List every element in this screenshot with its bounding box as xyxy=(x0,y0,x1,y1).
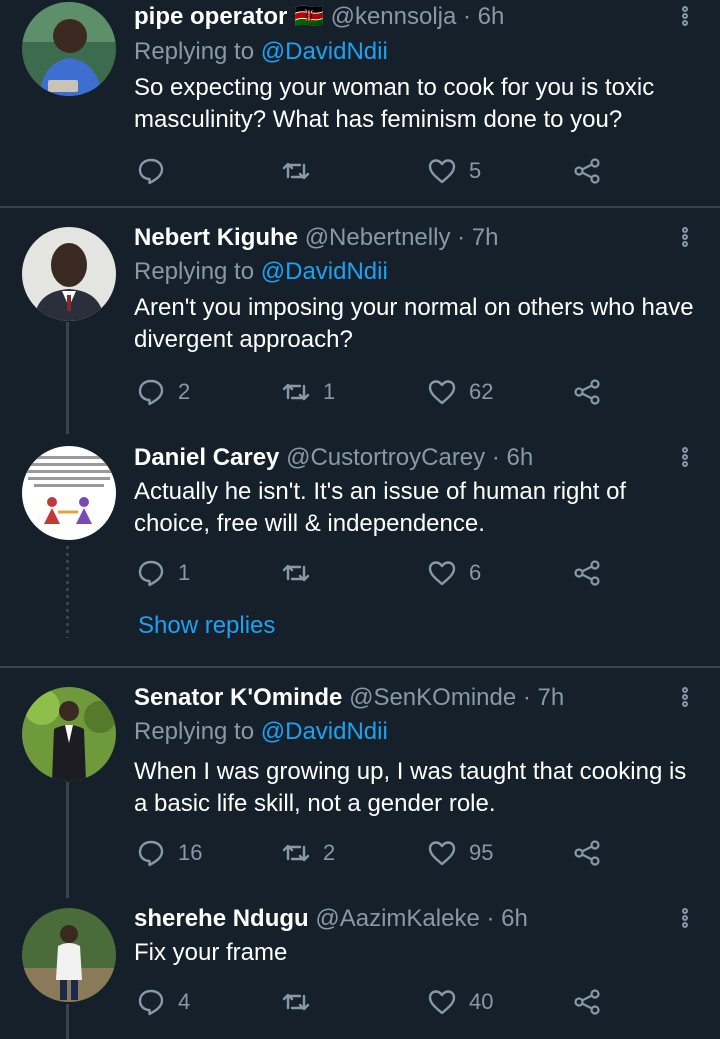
share-button[interactable] xyxy=(572,987,602,1017)
retweet-icon xyxy=(282,162,310,180)
retweet-icon xyxy=(282,564,310,582)
reply-count: 4 xyxy=(178,989,191,1014)
like-icon xyxy=(428,561,456,586)
tweet[interactable]: Daniel Carey @CustortroyCarey · 6h Actua… xyxy=(0,440,720,650)
avatar[interactable] xyxy=(22,227,116,321)
share-icon xyxy=(574,989,600,1015)
retweet-button[interactable] xyxy=(281,558,323,588)
replying-to-link[interactable]: @DavidNdii xyxy=(261,718,388,745)
retweet-button[interactable] xyxy=(281,156,323,186)
like-button[interactable]: 5 xyxy=(427,156,481,186)
handle-and-time[interactable]: @kennsolja · 6h xyxy=(331,3,505,30)
retweet-icon xyxy=(282,383,310,401)
like-icon xyxy=(428,380,456,405)
replying-to: Replying to @DavidNdii xyxy=(134,257,388,287)
share-icon xyxy=(574,840,600,866)
display-name[interactable]: Daniel Carey xyxy=(134,444,279,471)
tweet[interactable]: Nebert Kiguhe @Nebertnelly · 7h Replying… xyxy=(0,220,720,425)
retweet-button[interactable]: 1 xyxy=(281,377,335,407)
tweet-header: Senator K'Ominde @SenKOminde · 7h xyxy=(134,683,564,713)
tweet-text: When I was growing up, I was taught that… xyxy=(134,758,687,817)
reply-button[interactable]: 16 xyxy=(136,838,202,868)
more-options-icon[interactable] xyxy=(676,5,694,35)
display-name[interactable]: Senator K'Ominde xyxy=(134,684,342,711)
tweet-text: Fix your frame xyxy=(134,939,288,966)
like-icon xyxy=(428,990,456,1015)
retweet-button[interactable] xyxy=(281,987,323,1017)
like-button[interactable]: 95 xyxy=(427,838,493,868)
tweet-text: So expecting your woman to cook for you … xyxy=(134,74,655,133)
share-icon xyxy=(574,379,600,405)
reply-count: 2 xyxy=(178,379,191,404)
handle-and-time[interactable]: @CustortroyCarey · 6h xyxy=(286,444,533,471)
divider xyxy=(0,206,720,208)
reply-button[interactable]: 4 xyxy=(136,987,190,1017)
tweet-header: Daniel Carey @CustortroyCarey · 6h xyxy=(134,443,533,473)
like-button[interactable]: 62 xyxy=(427,377,493,407)
tweet-header: sherehe Ndugu @AazimKaleke · 6h xyxy=(134,904,528,934)
retweet-icon xyxy=(282,844,310,862)
replying-to-link[interactable]: @DavidNdii xyxy=(261,258,388,285)
handle-and-time[interactable]: @SenKOminde · 7h xyxy=(349,684,564,711)
reply-icon xyxy=(138,158,164,185)
replying-to: Replying to @DavidNdii xyxy=(134,37,388,67)
tweet-text: Actually he isn't. It's an issue of huma… xyxy=(134,478,627,537)
tweet[interactable]: Senator K'Ominde @SenKOminde · 7h Replyi… xyxy=(0,680,720,885)
more-options-icon[interactable] xyxy=(676,226,694,256)
like-button[interactable]: 6 xyxy=(427,558,481,588)
like-count: 95 xyxy=(469,840,494,865)
reply-icon xyxy=(138,560,164,587)
reply-button[interactable]: 1 xyxy=(136,558,190,588)
like-count: 6 xyxy=(469,560,482,585)
retweet-count: 1 xyxy=(323,379,336,404)
reply-count: 16 xyxy=(178,840,203,865)
tweet-text: Aren't you imposing your normal on other… xyxy=(134,294,694,353)
tweet-header: pipe operator 🇰🇪 @kennsolja · 6h xyxy=(134,2,504,32)
tweet[interactable]: sherehe Ndugu @AazimKaleke · 6h Fix your… xyxy=(0,900,720,1039)
like-count: 40 xyxy=(469,989,494,1014)
share-icon xyxy=(574,560,600,586)
display-name[interactable]: sherehe Ndugu xyxy=(134,905,309,932)
share-icon xyxy=(574,158,600,184)
avatar[interactable] xyxy=(22,2,116,96)
replying-to: Replying to @DavidNdii xyxy=(134,717,388,747)
tweet[interactable]: pipe operator 🇰🇪 @kennsolja · 6h Replyin… xyxy=(0,0,720,205)
tweet-header: Nebert Kiguhe @Nebertnelly · 7h xyxy=(134,223,498,253)
share-button[interactable] xyxy=(572,156,602,186)
replying-to-label: Replying to xyxy=(134,258,261,285)
avatar[interactable] xyxy=(22,908,116,1002)
retweet-icon xyxy=(282,993,310,1011)
share-button[interactable] xyxy=(572,377,602,407)
reply-icon xyxy=(138,989,164,1016)
like-count: 5 xyxy=(469,158,482,183)
display-name[interactable]: pipe operator 🇰🇪 xyxy=(134,3,324,30)
reply-button[interactable]: 2 xyxy=(136,377,190,407)
like-count: 62 xyxy=(469,379,494,404)
reply-icon xyxy=(138,840,164,867)
handle-and-time[interactable]: @AazimKaleke · 6h xyxy=(315,905,527,932)
reply-icon xyxy=(138,379,164,406)
replying-to-label: Replying to xyxy=(134,718,261,745)
show-replies-link[interactable]: Show replies xyxy=(138,612,275,640)
avatar[interactable] xyxy=(22,446,116,540)
divider xyxy=(0,666,720,668)
retweet-button[interactable]: 2 xyxy=(281,838,335,868)
more-options-icon[interactable] xyxy=(676,686,694,716)
like-button[interactable]: 40 xyxy=(427,987,493,1017)
reply-button[interactable] xyxy=(136,156,178,186)
replying-to-link[interactable]: @DavidNdii xyxy=(261,38,388,65)
handle-and-time[interactable]: @Nebertnelly · 7h xyxy=(305,224,499,251)
reply-count: 1 xyxy=(178,560,191,585)
like-icon xyxy=(428,841,456,866)
replying-to-label: Replying to xyxy=(134,38,261,65)
display-name[interactable]: Nebert Kiguhe xyxy=(134,224,298,251)
more-options-icon[interactable] xyxy=(676,907,694,937)
avatar[interactable] xyxy=(22,687,116,781)
share-button[interactable] xyxy=(572,838,602,868)
more-options-icon[interactable] xyxy=(676,446,694,476)
retweet-count: 2 xyxy=(323,840,336,865)
share-button[interactable] xyxy=(572,558,602,588)
like-icon xyxy=(428,159,456,184)
